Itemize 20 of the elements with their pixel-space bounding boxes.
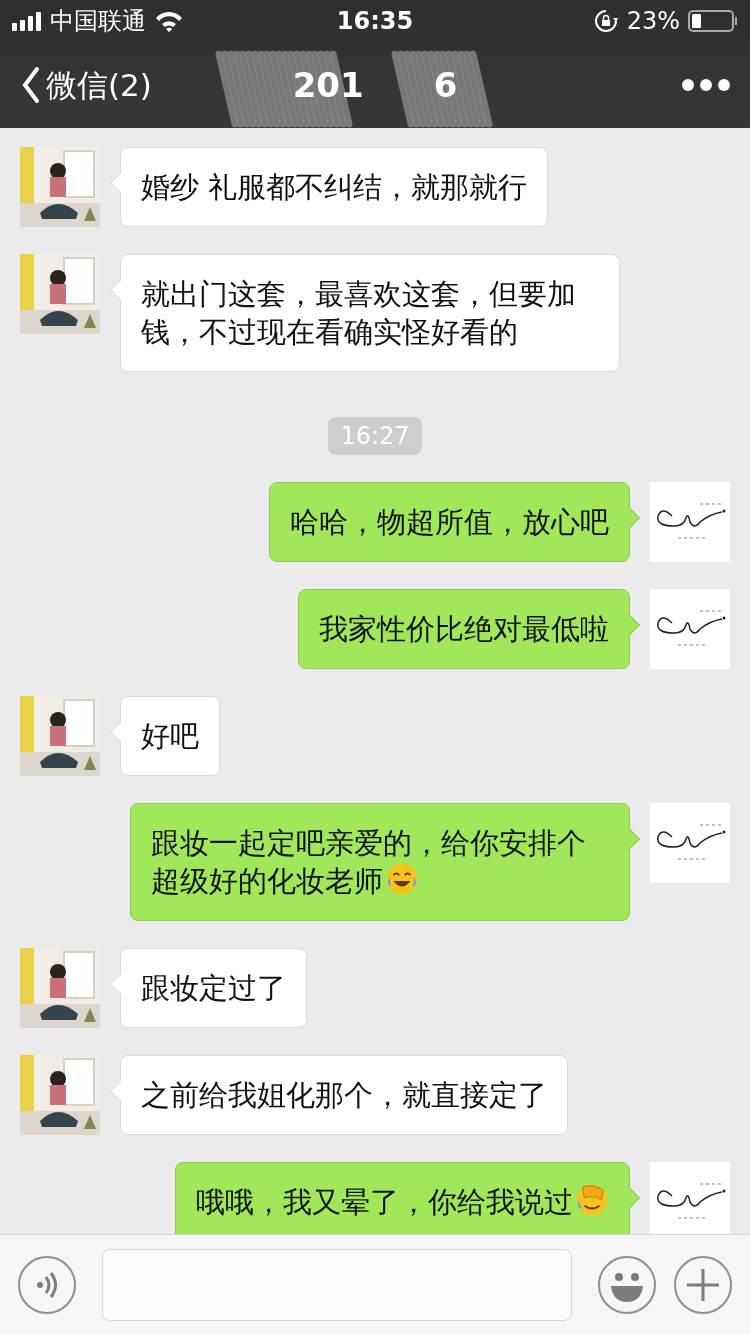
chat-title: 201 (292, 63, 364, 107)
battery-percent: 23% (626, 6, 680, 37)
wifi-icon (154, 9, 184, 33)
emoji-button[interactable] (598, 1255, 656, 1314)
rotation-lock-icon (593, 9, 619, 33)
signal-icon (12, 11, 42, 31)
back-icon (20, 66, 40, 104)
battery-icon (688, 10, 738, 32)
clock-time: 16:35 (336, 7, 414, 35)
facepalm-face-icon (575, 1183, 609, 1217)
carrier-name: 中国联通 (50, 6, 146, 37)
plus-icon (687, 1268, 719, 1301)
voice-icon (34, 1270, 60, 1299)
back-button[interactable]: 微信(2) (20, 61, 152, 109)
add-button[interactable] (674, 1255, 732, 1314)
laughing-tears-icon (385, 862, 419, 896)
chat-title: 6 (433, 63, 458, 107)
more-icon[interactable] (682, 78, 730, 92)
message-input[interactable] (102, 1248, 572, 1321)
voice-button[interactable] (18, 1255, 76, 1314)
